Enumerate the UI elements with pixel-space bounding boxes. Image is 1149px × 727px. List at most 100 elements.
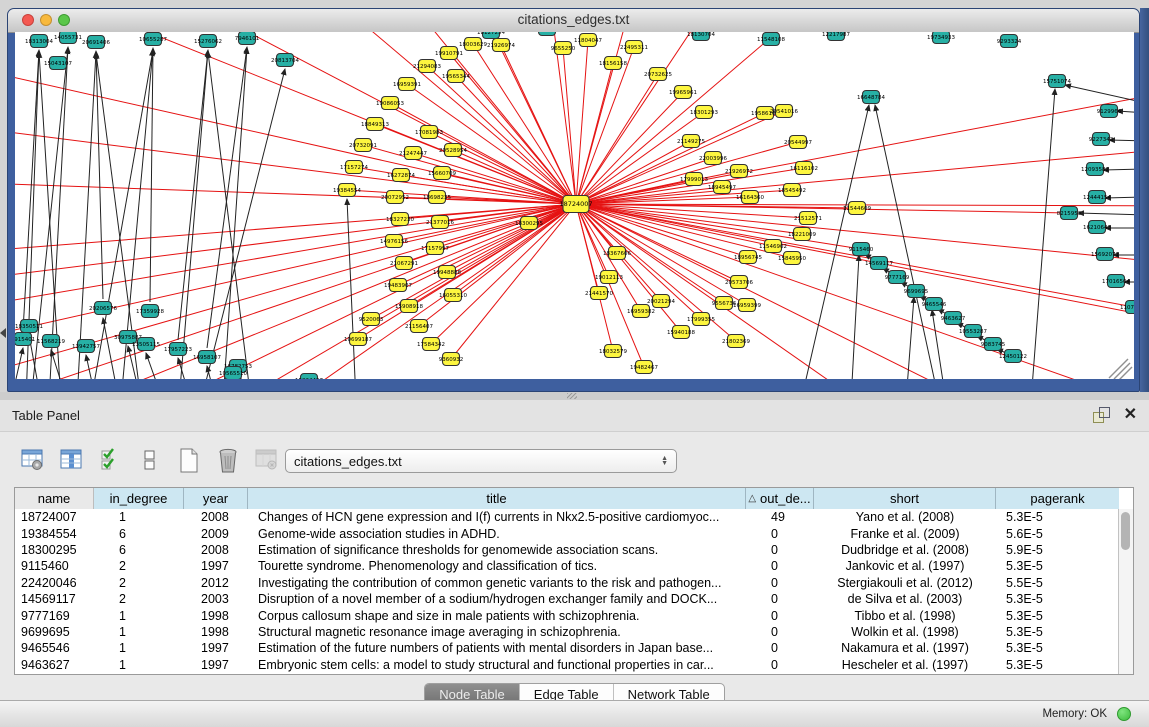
graph-node[interactable]: 18327230 — [386, 213, 414, 226]
graph-node[interactable]: 18032579 — [599, 345, 627, 358]
graph-node[interactable]: 17584342 — [417, 338, 445, 351]
network-view[interactable]: 183130041405573120691406 10655287 15276062… — [15, 32, 1134, 379]
graph-node[interactable]: 17157997 — [421, 242, 449, 255]
graph-node[interactable]: 21441570 — [585, 287, 613, 300]
graph-node[interactable]: 11804047 — [574, 34, 602, 47]
graph-node[interactable]: 20544997 — [784, 136, 812, 149]
graph-node[interactable]: 16648784 — [857, 91, 885, 104]
graph-node[interactable]: 19734933 — [927, 32, 955, 44]
graph-node[interactable]: 21377016 — [426, 216, 454, 229]
graph-node[interactable]: 16649059 — [533, 32, 561, 36]
graph-node[interactable]: 19910791 — [435, 47, 463, 60]
graph-node[interactable]: 9227343 — [1089, 133, 1114, 146]
float-panel-icon[interactable] — [1093, 407, 1109, 423]
graph-node[interactable]: 21149275 — [677, 135, 705, 148]
graph-node[interactable]: 15276062 — [194, 35, 222, 48]
table-scrollbar-thumb[interactable] — [1121, 512, 1130, 550]
graph-node[interactable]: 15660709 — [428, 167, 456, 180]
table-mode-button[interactable] — [18, 445, 48, 475]
column-header-in-degree[interactable]: in_degree — [94, 488, 184, 509]
graph-node[interactable]: 11075331 — [1120, 301, 1134, 314]
table-row[interactable]: 911546021997Tourette syndrome. Phenomeno… — [15, 558, 1118, 574]
graph-node[interactable]: 15224497 — [295, 374, 323, 380]
column-header-pagerank[interactable]: pagerank — [996, 488, 1119, 509]
graph-node[interactable]: 15692071 — [1091, 248, 1119, 261]
graph-node[interactable]: 15845950 — [778, 252, 806, 265]
graph-node[interactable]: 14055731 — [54, 32, 82, 44]
graph-node[interactable]: 19086053 — [376, 97, 404, 110]
graph-node[interactable]: 10655287 — [139, 33, 167, 46]
graph-node[interactable]: 7946101 — [235, 32, 260, 45]
graph-node[interactable]: 11548108 — [757, 33, 785, 46]
graph-node[interactable]: 20732091 — [349, 139, 377, 152]
close-panel-icon[interactable]: ✕ — [1124, 404, 1137, 424]
graph-node[interactable]: 11568219 — [37, 335, 65, 348]
graph-node[interactable]: 21512571 — [794, 212, 822, 225]
graph-node[interactable]: 16959382 — [627, 305, 655, 318]
column-header-year[interactable]: year — [184, 488, 248, 509]
graph-node[interactable]: 16055310 — [439, 289, 467, 302]
table-row[interactable]: 1938455462009Genome-wide association stu… — [15, 525, 1118, 541]
table-row[interactable]: 2242004622012Investigating the contribut… — [15, 575, 1118, 591]
graph-node[interactable]: 16958107 — [193, 351, 221, 364]
graph-node[interactable]: 18127254 — [477, 32, 505, 39]
graph-node[interactable]: 9463627 — [941, 312, 966, 325]
graph-node[interactable]: 19384554 — [333, 184, 361, 197]
graph-node[interactable]: 9360932 — [439, 353, 464, 366]
graph-node[interactable]: 9699695 — [904, 285, 929, 298]
graph-node[interactable]: 21802369 — [722, 335, 750, 348]
table-row[interactable]: 946362711997Embryonic stem cells: a mode… — [15, 657, 1118, 673]
graph-node[interactable]: 11544609 — [843, 202, 871, 215]
graph-node[interactable]: 17157274 — [340, 161, 368, 174]
graph-node[interactable]: 18724007 — [559, 196, 592, 213]
column-header-short[interactable]: short — [814, 488, 996, 509]
graph-node[interactable]: 17359928 — [136, 305, 164, 318]
graph-node[interactable]: 18130704 — [687, 32, 715, 41]
graph-node[interactable]: 12217987 — [822, 32, 850, 41]
graph-node[interactable]: 20691406 — [82, 36, 110, 49]
graph-node[interactable]: 15940188 — [667, 326, 695, 339]
graph-node[interactable]: 16272874 — [387, 169, 415, 182]
graph-node[interactable]: 9083745 — [981, 338, 1006, 351]
graph-node[interactable]: 18003629 — [459, 38, 487, 51]
graph-node[interactable]: 21926974 — [487, 39, 515, 52]
network-window[interactable]: citations_edges.txt 18313004140557312069… — [7, 8, 1140, 392]
graph-node[interactable]: 8215953 — [1057, 207, 1082, 220]
graph-node[interactable]: 16959391 — [393, 78, 421, 91]
show-columns-button[interactable] — [57, 445, 87, 475]
column-header-title[interactable]: title — [248, 488, 746, 509]
graph-node[interactable]: 18313004 — [25, 35, 53, 48]
graph-node[interactable]: 15043107 — [44, 57, 72, 70]
graph-node[interactable]: 18156158 — [599, 57, 627, 70]
graph-node[interactable]: 20732625 — [644, 68, 672, 81]
column-header-name[interactable]: name — [15, 488, 94, 509]
memory-ok-icon[interactable] — [1117, 707, 1131, 721]
graph-node[interactable]: 9115460 — [849, 243, 874, 256]
table-row[interactable]: 969969511998Structural magnetic resonanc… — [15, 624, 1118, 640]
graph-node[interactable]: 12093582 — [1081, 163, 1109, 176]
table-row[interactable]: 977716911998Corpus callosum shape and si… — [15, 607, 1118, 623]
graph-node[interactable]: 21247447 — [399, 147, 427, 160]
graph-node[interactable]: 18545492 — [778, 184, 806, 197]
graph-node[interactable]: 9465546 — [922, 298, 947, 311]
graph-node[interactable]: 12444154 — [1083, 191, 1111, 204]
delete-column-button[interactable] — [213, 445, 243, 475]
graph-node[interactable]: 19565344 — [442, 70, 470, 83]
graph-node[interactable]: 19482467 — [630, 361, 658, 374]
graph-node[interactable]: 20813704 — [271, 54, 299, 67]
graph-node[interactable]: 21067291 — [390, 257, 418, 270]
graph-node[interactable]: 9129966 — [1097, 105, 1122, 118]
network-window-titlebar[interactable]: citations_edges.txt — [8, 9, 1139, 33]
column-header-out-de-[interactable]: △out_de... — [746, 488, 814, 509]
create-column-button[interactable] — [174, 445, 204, 475]
graph-node[interactable]: 22495311 — [620, 41, 648, 54]
graph-node[interactable]: 18698235 — [423, 191, 451, 204]
graph-node[interactable]: 17957223 — [164, 343, 192, 356]
delete-table-button[interactable] — [252, 445, 282, 475]
graph-node[interactable]: 18301293 — [690, 106, 718, 119]
table-row[interactable]: 1830029562008Estimation of significance … — [15, 542, 1118, 558]
graph-node[interactable]: 10699187 — [344, 333, 372, 346]
table-row[interactable]: 1456911722003Disruption of a novel membe… — [15, 591, 1118, 607]
collapse-panel-arrow-icon[interactable] — [0, 328, 6, 338]
toggle-rows-button[interactable] — [135, 445, 165, 475]
